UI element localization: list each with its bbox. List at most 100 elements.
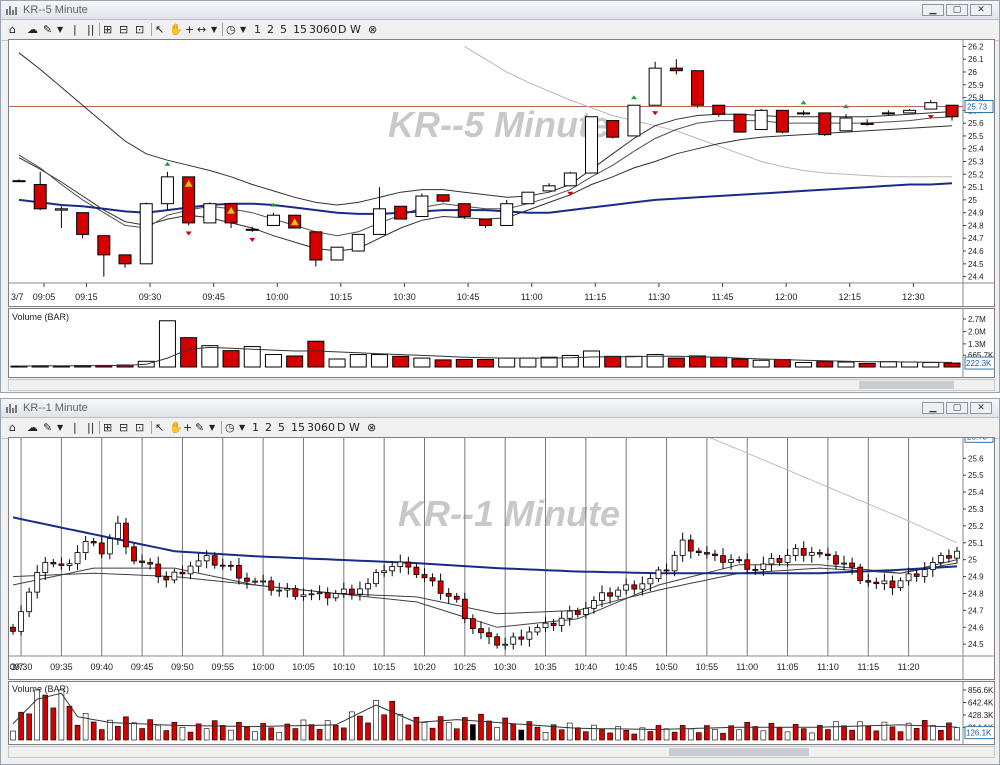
horizontal-scrollbar[interactable] [8, 746, 995, 758]
candle-body [469, 618, 476, 630]
scrollbar-thumb[interactable] [669, 748, 809, 756]
zoom-fit-icon[interactable]: ⊡ [135, 420, 144, 435]
interval-2-button[interactable]: 2 [265, 420, 272, 435]
zoom-in-icon[interactable]: ⊞ [103, 22, 112, 37]
hand-icon[interactable]: ✋ [169, 22, 183, 37]
zoom-out-icon[interactable]: ⊟ [119, 420, 128, 435]
volume-bar [421, 722, 428, 741]
bar-toggle-icon[interactable]: | [73, 22, 77, 37]
price-tick-label: 25.4 [968, 145, 984, 154]
split-toggle-icon[interactable]: || [87, 22, 94, 37]
measure-icon[interactable]: ↔ [197, 22, 206, 37]
chart-style-icon[interactable]: ⌂ [9, 420, 16, 435]
draw-icon[interactable]: ✎ [43, 22, 52, 37]
candle-body [351, 233, 365, 252]
dropdown-arrow-icon[interactable]: ▼ [240, 22, 246, 37]
pointer-icon[interactable]: ↖ [155, 22, 164, 37]
pointer-icon[interactable]: ↖ [155, 420, 164, 435]
title-bar[interactable]: KR--5 Minute ▁ ▢ ✕ [1, 1, 999, 20]
candle-body [768, 558, 775, 565]
candle-body [946, 555, 952, 559]
ma-blue-line [18, 182, 953, 215]
dropdown-arrow-icon[interactable]: ▼ [211, 22, 217, 37]
candle-body [627, 104, 641, 137]
interval-weekly-button[interactable]: W [349, 420, 360, 435]
dropdown-arrow-icon[interactable]: ▼ [239, 420, 245, 435]
interval-60-button[interactable]: 60 [321, 420, 335, 435]
volume-bar [147, 719, 153, 741]
interval-5-button[interactable]: 5 [278, 420, 285, 435]
interval-15-button[interactable]: 15 [291, 420, 305, 435]
chart-app-icon [6, 6, 17, 15]
crosshair-icon[interactable]: + [183, 420, 192, 435]
volume-bar [139, 728, 145, 741]
draw-icon[interactable]: ✎ [43, 420, 52, 435]
interval-15-button[interactable]: 15 [293, 22, 307, 37]
candle-body [574, 610, 581, 615]
chart-style-icon[interactable]: ⌂ [9, 22, 16, 37]
volume-bar [381, 714, 387, 741]
interval-1-button[interactable]: 1 [252, 420, 259, 435]
cancel-icon[interactable]: ⊗ [368, 22, 377, 37]
cloud-icon[interactable]: ☁ [27, 22, 38, 37]
zoom-out-icon[interactable]: ⊟ [119, 22, 128, 37]
zoom-in-icon[interactable]: ⊞ [103, 420, 112, 435]
volume-bar [800, 728, 807, 741]
pencil-icon[interactable]: ✎ [195, 420, 204, 435]
scrollbar-thumb[interactable] [859, 381, 954, 389]
candle-body [18, 611, 24, 632]
candle-body [607, 592, 613, 597]
candle-body [82, 541, 89, 553]
dropdown-arrow-icon[interactable]: ▼ [57, 22, 63, 37]
interval-2-button[interactable]: 2 [267, 22, 274, 37]
close-button[interactable]: ✕ [970, 4, 992, 16]
candle-body [98, 542, 105, 555]
candle-body [437, 580, 444, 594]
volume-bar [268, 727, 274, 741]
split-toggle-icon[interactable]: || [87, 420, 94, 435]
interval-5-button[interactable]: 5 [280, 22, 287, 37]
dropdown-arrow-icon[interactable]: ▼ [57, 420, 63, 435]
volume-bar [389, 700, 396, 741]
interval-daily-button[interactable]: D [338, 22, 346, 37]
interval-1-button[interactable]: 1 [254, 22, 261, 37]
volume-bar [849, 729, 855, 741]
crosshair-icon[interactable]: + [185, 22, 194, 37]
dropdown-arrow-icon[interactable]: ▼ [209, 420, 215, 435]
clock-icon[interactable]: ◷ [226, 22, 236, 37]
candle-body [655, 569, 662, 580]
interval-30-button[interactable]: 30 [309, 22, 323, 37]
candle-body [566, 610, 573, 619]
title-bar[interactable]: KR--1 Minute ▁ ▢ ✕ [1, 399, 999, 418]
price-panel[interactable]: KR--5 Minute26.226.12625.925.825.725.625… [8, 39, 995, 307]
volume-bar [752, 726, 759, 741]
interval-weekly-button[interactable]: W [350, 22, 361, 37]
cloud-icon[interactable]: ☁ [27, 420, 38, 435]
minimize-button[interactable]: ▁ [922, 4, 944, 16]
clock-icon[interactable]: ◷ [225, 420, 235, 435]
volume-bar [332, 725, 339, 741]
interval-daily-button[interactable]: D [337, 420, 345, 435]
candle-body [754, 109, 768, 131]
hand-icon[interactable]: ✋ [169, 420, 183, 435]
time-tick-label: 12:00 [775, 292, 798, 302]
bar-toggle-icon[interactable]: | [73, 420, 77, 435]
minimize-button[interactable]: ▁ [922, 402, 944, 414]
date-tag: 3/7 [11, 292, 24, 302]
maximize-button[interactable]: ▢ [946, 402, 968, 414]
interval-30-button[interactable]: 30 [307, 420, 321, 435]
candle-body [74, 552, 81, 565]
volume-panel[interactable]: Volume (BAR) 2.7M 2.0M 1.3M 665.7K 222.3K [8, 308, 995, 378]
price-panel[interactable]: KR--1 Minute 09:30 09:35 09:40 09:45 09:50 09:… [8, 437, 995, 680]
candle-body [599, 592, 605, 601]
cancel-icon[interactable]: ⊗ [367, 420, 376, 435]
zoom-fit-icon[interactable]: ⊡ [135, 22, 144, 37]
interval-60-button[interactable]: 60 [323, 22, 337, 37]
horizontal-scrollbar[interactable] [8, 379, 995, 391]
volume-bar [10, 730, 16, 741]
volume-bar [201, 345, 219, 368]
maximize-button[interactable]: ▢ [946, 4, 968, 16]
close-button[interactable]: ✕ [970, 402, 992, 414]
volume-panel[interactable]: Volume (BAR)856.6K642.4K428.3K214.1K126.… [8, 681, 995, 745]
volume-bar [50, 707, 57, 741]
